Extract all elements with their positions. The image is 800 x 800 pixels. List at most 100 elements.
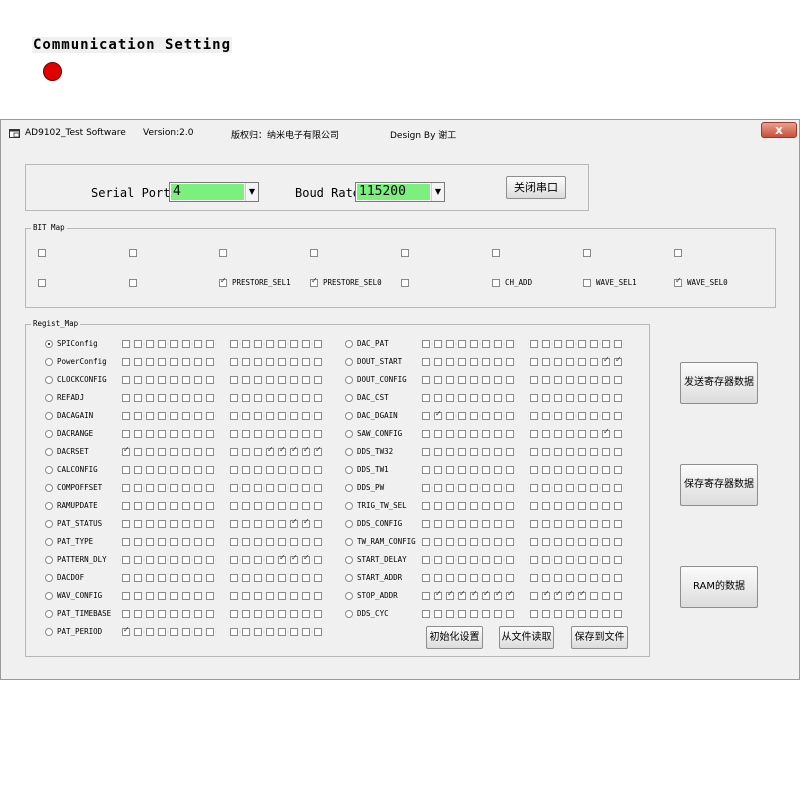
register-bit-checkbox[interactable]: [314, 466, 322, 474]
register-bit-checkbox[interactable]: [230, 484, 238, 492]
register-bit-checkbox[interactable]: [290, 445, 298, 456]
register-bit-checkbox[interactable]: [578, 376, 586, 384]
register-bit-checkbox[interactable]: [206, 412, 214, 420]
register-bit-checkbox[interactable]: [122, 574, 130, 582]
register-bit-checkbox[interactable]: [578, 484, 586, 492]
register-bit-checkbox[interactable]: [266, 502, 274, 510]
register-bit-checkbox[interactable]: [422, 502, 430, 510]
register-bit-checkbox[interactable]: [506, 466, 514, 474]
register-bit-checkbox[interactable]: [302, 445, 310, 456]
register-bit-checkbox[interactable]: [578, 589, 586, 600]
register-bit-checkbox[interactable]: [422, 358, 430, 366]
register-bit-checkbox[interactable]: [470, 394, 478, 402]
register-bit-checkbox[interactable]: [314, 340, 322, 348]
register-bit-checkbox[interactable]: [206, 376, 214, 384]
read-from-file-button[interactable]: 从文件读取: [499, 626, 554, 649]
register-bit-checkbox[interactable]: [422, 556, 430, 564]
register-radio[interactable]: [345, 520, 353, 528]
register-bit-checkbox[interactable]: [146, 592, 154, 600]
register-bit-checkbox[interactable]: [530, 574, 538, 582]
register-bit-checkbox[interactable]: [602, 448, 610, 456]
register-bit-checkbox[interactable]: [242, 448, 250, 456]
register-bit-checkbox[interactable]: [482, 394, 490, 402]
register-bit-checkbox[interactable]: [542, 556, 550, 564]
register-bit-checkbox[interactable]: [530, 520, 538, 528]
register-bit-checkbox[interactable]: [182, 538, 190, 546]
register-bit-checkbox[interactable]: [122, 592, 130, 600]
register-bit-checkbox[interactable]: [602, 394, 610, 402]
register-bit-checkbox[interactable]: [542, 412, 550, 420]
register-radio[interactable]: [345, 502, 353, 510]
register-bit-checkbox[interactable]: [290, 517, 298, 528]
register-bit-checkbox[interactable]: [314, 358, 322, 366]
register-bit-checkbox[interactable]: [602, 520, 610, 528]
register-bit-checkbox[interactable]: [290, 628, 298, 636]
register-radio[interactable]: [45, 628, 53, 636]
bitmap-checkbox[interactable]: [583, 249, 591, 257]
register-bit-checkbox[interactable]: [602, 538, 610, 546]
register-bit-checkbox[interactable]: [434, 409, 442, 420]
register-bit-checkbox[interactable]: [554, 484, 562, 492]
register-bit-checkbox[interactable]: [206, 484, 214, 492]
register-bit-checkbox[interactable]: [266, 592, 274, 600]
register-bit-checkbox[interactable]: [446, 430, 454, 438]
register-bit-checkbox[interactable]: [146, 484, 154, 492]
register-bit-checkbox[interactable]: [194, 574, 202, 582]
register-bit-checkbox[interactable]: [194, 610, 202, 618]
register-bit-checkbox[interactable]: [290, 553, 298, 564]
register-bit-checkbox[interactable]: [302, 412, 310, 420]
register-bit-checkbox[interactable]: [566, 484, 574, 492]
register-bit-checkbox[interactable]: [266, 466, 274, 474]
register-bit-checkbox[interactable]: [566, 448, 574, 456]
register-bit-checkbox[interactable]: [146, 628, 154, 636]
register-bit-checkbox[interactable]: [530, 502, 538, 510]
register-bit-checkbox[interactable]: [242, 520, 250, 528]
register-bit-checkbox[interactable]: [290, 376, 298, 384]
ram-data-button[interactable]: RAM的数据: [680, 566, 758, 608]
register-bit-checkbox[interactable]: [494, 556, 502, 564]
register-bit-checkbox[interactable]: [122, 376, 130, 384]
register-bit-checkbox[interactable]: [170, 448, 178, 456]
register-bit-checkbox[interactable]: [506, 376, 514, 384]
register-bit-checkbox[interactable]: [602, 376, 610, 384]
register-bit-checkbox[interactable]: [278, 376, 286, 384]
register-bit-checkbox[interactable]: [122, 520, 130, 528]
register-bit-checkbox[interactable]: [278, 592, 286, 600]
register-bit-checkbox[interactable]: [254, 502, 262, 510]
save-to-file-button[interactable]: 保存到文件: [571, 626, 628, 649]
register-bit-checkbox[interactable]: [494, 358, 502, 366]
register-bit-checkbox[interactable]: [254, 376, 262, 384]
register-radio[interactable]: [45, 592, 53, 600]
register-bit-checkbox[interactable]: [434, 610, 442, 618]
register-bit-checkbox[interactable]: [242, 412, 250, 420]
chevron-down-icon[interactable]: ▼: [245, 183, 258, 201]
register-bit-checkbox[interactable]: [182, 412, 190, 420]
bitmap-checkbox[interactable]: [310, 276, 318, 287]
register-bit-checkbox[interactable]: [578, 502, 586, 510]
register-bit-checkbox[interactable]: [194, 340, 202, 348]
bitmap-checkbox[interactable]: [219, 276, 227, 287]
register-bit-checkbox[interactable]: [614, 592, 622, 600]
register-bit-checkbox[interactable]: [158, 610, 166, 618]
register-bit-checkbox[interactable]: [158, 628, 166, 636]
register-bit-checkbox[interactable]: [230, 520, 238, 528]
register-bit-checkbox[interactable]: [482, 412, 490, 420]
register-bit-checkbox[interactable]: [134, 430, 142, 438]
register-bit-checkbox[interactable]: [170, 574, 178, 582]
register-radio[interactable]: [45, 538, 53, 546]
register-bit-checkbox[interactable]: [266, 538, 274, 546]
register-bit-checkbox[interactable]: [302, 466, 310, 474]
register-bit-checkbox[interactable]: [458, 376, 466, 384]
bitmap-checkbox[interactable]: [583, 279, 591, 287]
register-bit-checkbox[interactable]: [614, 430, 622, 438]
register-bit-checkbox[interactable]: [446, 538, 454, 546]
register-bit-checkbox[interactable]: [530, 466, 538, 474]
register-bit-checkbox[interactable]: [434, 556, 442, 564]
register-bit-checkbox[interactable]: [470, 589, 478, 600]
register-bit-checkbox[interactable]: [122, 394, 130, 402]
register-bit-checkbox[interactable]: [158, 376, 166, 384]
register-bit-checkbox[interactable]: [146, 574, 154, 582]
register-bit-checkbox[interactable]: [146, 376, 154, 384]
register-bit-checkbox[interactable]: [170, 556, 178, 564]
register-bit-checkbox[interactable]: [242, 376, 250, 384]
